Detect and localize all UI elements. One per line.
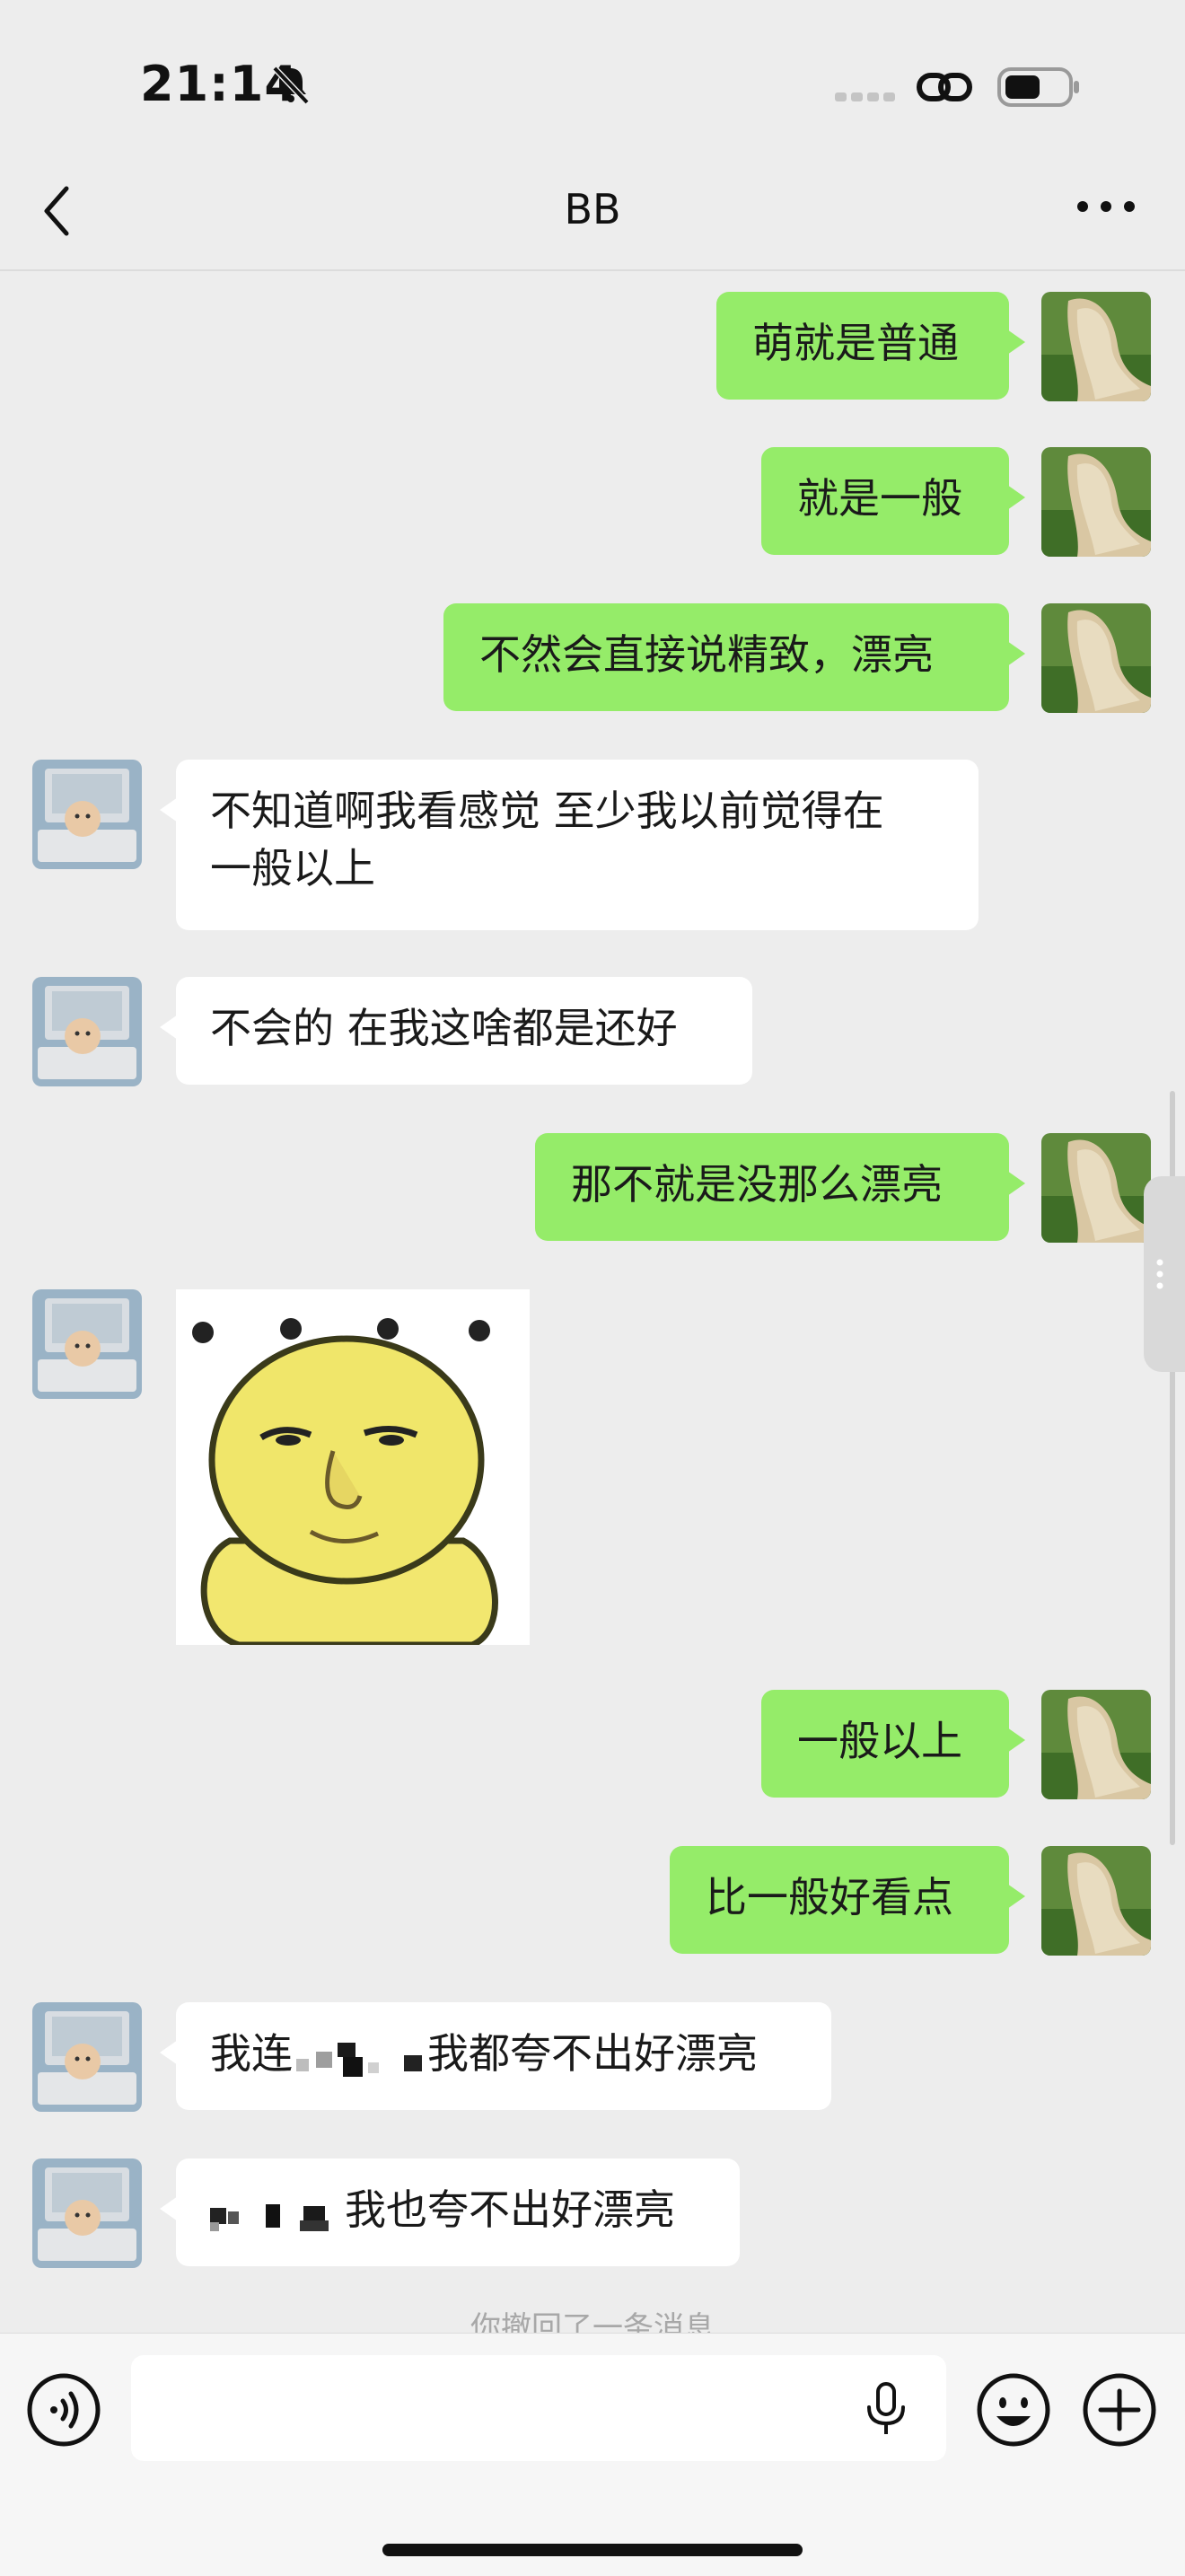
battery-icon	[996, 66, 1083, 111]
contact-avatar[interactable]	[32, 760, 142, 869]
my-avatar[interactable]	[1041, 1846, 1151, 1956]
contact-message-bubble[interactable]: 我也夸不出好漂亮	[160, 2158, 740, 2266]
contact-avatar[interactable]	[32, 1289, 142, 1399]
microphone-icon[interactable]	[864, 2382, 908, 2441]
contact-avatar[interactable]	[32, 2158, 142, 2268]
chat-header: BB	[0, 153, 1185, 271]
silent-bell-icon	[269, 63, 312, 110]
my-avatar[interactable]	[1041, 1690, 1151, 1799]
emoji-icon[interactable]	[975, 2371, 1052, 2452]
contact-avatar[interactable]	[32, 977, 142, 1086]
my-message-bubble[interactable]: 一般以上	[761, 1690, 1025, 1798]
my-avatar[interactable]	[1041, 1133, 1151, 1243]
message-text: 比一般好看点	[706, 1873, 953, 1921]
pixelated-redaction	[210, 2192, 345, 2235]
my-message-bubble[interactable]: 比一般好看点	[670, 1846, 1025, 1954]
input-bar	[0, 2333, 1185, 2576]
side-drag-handle[interactable]	[1144, 1176, 1185, 1372]
status-bar: 21:14	[0, 0, 1185, 153]
message-text: 不然会直接说精致，漂亮	[479, 630, 934, 679]
contact-message-bubble[interactable]: 我连 我都夸不出好漂亮	[160, 2002, 831, 2110]
message-input[interactable]	[131, 2355, 946, 2461]
message-text-prefix: 我连	[210, 2029, 293, 2078]
my-message-bubble[interactable]: 萌就是普通	[716, 292, 1025, 400]
message-text: 我都夸不出好漂亮	[427, 2029, 758, 2078]
recalled-message-notice: 你撤回了一条消息	[470, 2310, 715, 2333]
yellow-chick-face-sticker[interactable]	[176, 1289, 530, 1648]
signal-icon	[835, 90, 898, 107]
message-text-line: 不知道啊我看感觉 至少我以前觉得在	[210, 787, 884, 835]
link-icon	[916, 66, 973, 111]
voice-mode-icon[interactable]	[25, 2371, 102, 2452]
my-avatar[interactable]	[1041, 292, 1151, 401]
contact-message-bubble[interactable]: 不会的 在我这啥都是还好	[160, 977, 752, 1085]
my-avatar[interactable]	[1041, 603, 1151, 713]
home-indicator[interactable]	[382, 2544, 803, 2556]
my-message-bubble[interactable]: 不然会直接说精致，漂亮	[443, 603, 1025, 711]
message-text-line: 一般以上	[210, 844, 375, 892]
message-text: 就是一般	[797, 474, 962, 523]
message-text: 萌就是普通	[752, 319, 959, 367]
message-text: 不会的 在我这啥都是还好	[210, 1004, 678, 1052]
message-text: 那不就是没那么漂亮	[571, 1160, 943, 1209]
pixelated-redaction	[293, 2035, 427, 2079]
contact-message-bubble[interactable]: 不知道啊我看感觉 至少我以前觉得在 一般以上	[160, 760, 979, 930]
chat-title: BB	[564, 185, 621, 233]
more-options-icon[interactable]	[1074, 198, 1138, 219]
contact-avatar[interactable]	[32, 2002, 142, 2112]
my-message-bubble[interactable]: 那不就是没那么漂亮	[535, 1133, 1025, 1241]
my-avatar[interactable]	[1041, 447, 1151, 557]
my-message-bubble[interactable]: 就是一般	[761, 447, 1025, 555]
message-text: 我也夸不出好漂亮	[345, 2185, 675, 2234]
message-text: 一般以上	[797, 1717, 962, 1765]
plus-icon[interactable]	[1081, 2371, 1158, 2452]
